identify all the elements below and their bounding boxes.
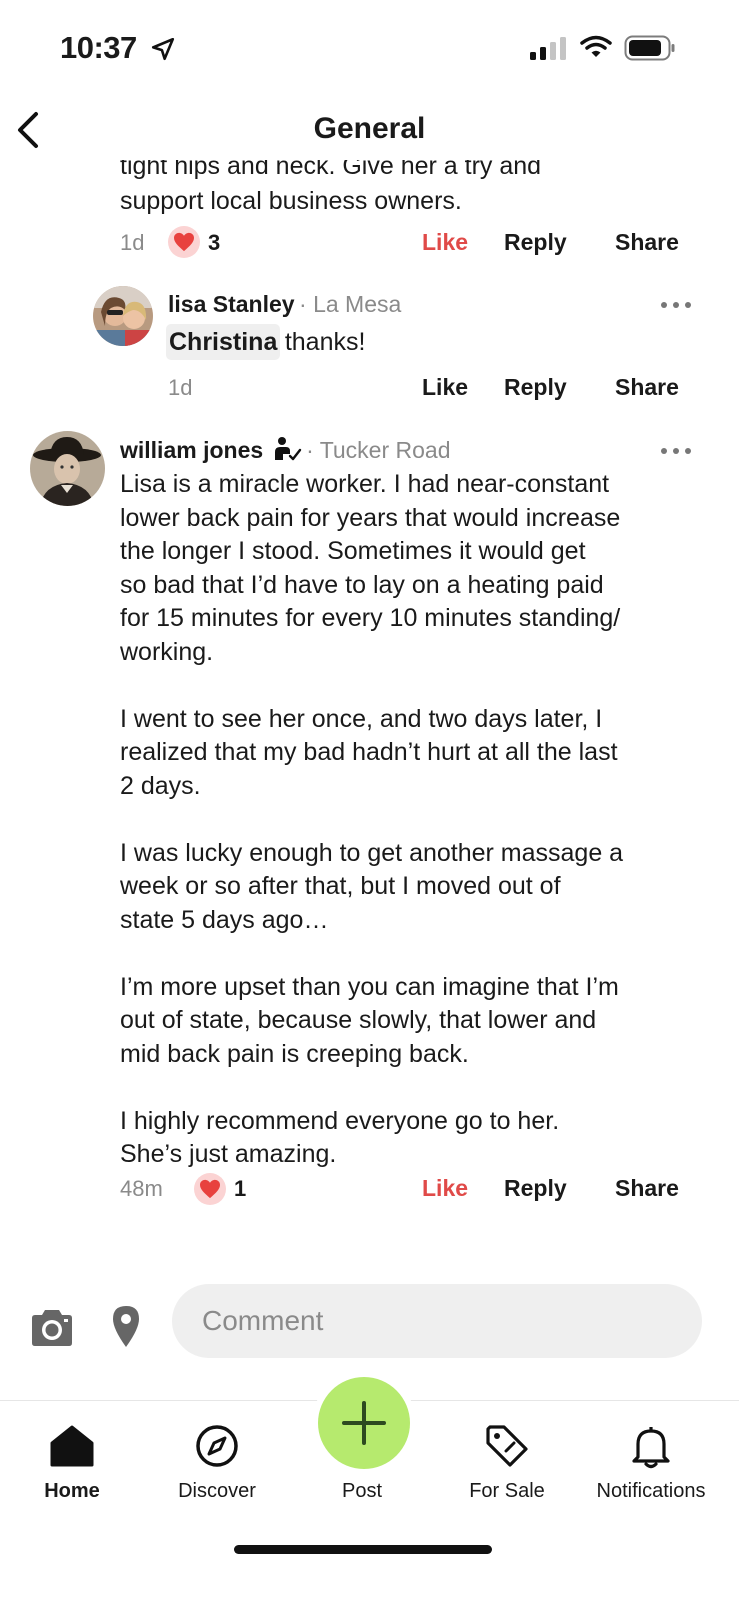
home-indicator bbox=[234, 1545, 492, 1554]
more-options-icon[interactable] bbox=[660, 300, 692, 310]
comment-body: Christina thanks! bbox=[166, 324, 366, 360]
text-line: for 15 minutes for every 10 minutes stan… bbox=[120, 604, 621, 632]
author-location[interactable]: · Tucker Road bbox=[306, 437, 450, 463]
comment-item: tight hips and neck. Give her a try and … bbox=[0, 160, 739, 270]
share-button[interactable]: Share bbox=[615, 374, 679, 401]
tab-label: Home bbox=[44, 1480, 100, 1502]
comment-feed[interactable]: tight hips and neck. Give her a try and … bbox=[0, 160, 739, 1270]
comment-header: william jones · Tucker Road bbox=[120, 436, 451, 464]
more-options-icon[interactable] bbox=[660, 446, 692, 456]
reaction-count: 3 bbox=[208, 230, 221, 255]
avatar[interactable] bbox=[30, 431, 105, 506]
tab-label: Post bbox=[341, 1480, 383, 1502]
tag-icon bbox=[486, 1425, 528, 1467]
location-pin-icon[interactable] bbox=[110, 1304, 142, 1348]
bottom-tab-bar: Home Discover Post For Sale Notification… bbox=[0, 1377, 739, 1600]
paragraph: I went to see her once, and two days lat… bbox=[120, 703, 720, 804]
comment-time: 48m bbox=[120, 1176, 163, 1201]
author-name[interactable]: william jones bbox=[120, 437, 263, 463]
tab-post[interactable]: Post bbox=[292, 1377, 432, 1511]
like-button[interactable]: Like bbox=[422, 374, 468, 401]
share-button[interactable]: Share bbox=[615, 1175, 679, 1202]
bell-icon bbox=[632, 1427, 670, 1469]
share-button[interactable]: Share bbox=[615, 229, 679, 256]
tab-label: Discover bbox=[178, 1480, 256, 1502]
tab-notifications[interactable]: Notifications bbox=[581, 1401, 721, 1511]
tab-for-sale[interactable]: For Sale bbox=[437, 1401, 577, 1511]
text-line: realized that my bad hadn’t hurt at all … bbox=[120, 738, 618, 766]
status-bar: 10:37 bbox=[0, 0, 739, 100]
heart-reaction-icon[interactable] bbox=[168, 226, 200, 258]
author-name[interactable]: lisa Stanley bbox=[168, 291, 295, 317]
location-arrow-icon bbox=[151, 37, 175, 61]
mention-tag[interactable]: Christina bbox=[166, 324, 281, 360]
battery-icon bbox=[624, 35, 675, 61]
heart-reaction-icon[interactable] bbox=[194, 1173, 226, 1205]
text-line: I highly recommend everyone go to her. bbox=[120, 1106, 560, 1135]
camera-icon[interactable] bbox=[28, 1308, 76, 1348]
comment-time: 1d bbox=[120, 230, 145, 255]
tab-label: For Sale bbox=[469, 1480, 545, 1502]
paragraph: I highly recommend everyone go to her. S… bbox=[120, 1105, 720, 1172]
paragraph: Lisa is a miracle worker. I had near-con… bbox=[120, 468, 720, 669]
reaction-count: 1 bbox=[234, 1176, 247, 1201]
text-line: She’s just amazing. bbox=[120, 1140, 337, 1168]
text-line: out of state, because slowly, that lower… bbox=[120, 1006, 597, 1034]
reply-button[interactable]: Reply bbox=[504, 374, 567, 401]
post-button[interactable] bbox=[318, 1377, 410, 1469]
text-line: state 5 days ago… bbox=[120, 905, 329, 934]
reply-button[interactable]: Reply bbox=[504, 1175, 567, 1202]
reply-button[interactable]: Reply bbox=[504, 229, 567, 256]
tab-home[interactable]: Home bbox=[2, 1401, 142, 1511]
home-icon bbox=[50, 1425, 94, 1467]
comment-input[interactable] bbox=[172, 1284, 702, 1358]
tab-discover[interactable]: Discover bbox=[147, 1401, 287, 1511]
text-line: I went to see her once, and two days lat… bbox=[120, 704, 603, 733]
text-line: I’m more upset than you can imagine that… bbox=[120, 972, 619, 1001]
status-time: 10:37 bbox=[60, 30, 137, 65]
cellular-signal-icon bbox=[530, 37, 566, 60]
text-line: Lisa is a miracle worker. I had near-con… bbox=[120, 470, 610, 498]
wifi-icon bbox=[580, 35, 612, 57]
comment-item: william jones · Tucker Road Lisa is a mi… bbox=[0, 428, 739, 1228]
comment-body: Lisa is a miracle worker. I had near-con… bbox=[120, 468, 720, 1172]
text-line: mid back pain is creeping back. bbox=[120, 1039, 469, 1068]
comment-time: 1d bbox=[168, 375, 193, 400]
text-line: I was lucky enough to get another massag… bbox=[120, 838, 624, 867]
comment-item: lisa Stanley · La Mesa Christina thanks!… bbox=[0, 280, 739, 410]
like-button[interactable]: Like bbox=[422, 1175, 468, 1202]
nav-header: General bbox=[0, 100, 739, 160]
tab-label: Notifications bbox=[596, 1480, 706, 1502]
like-button[interactable]: Like bbox=[422, 229, 468, 256]
page-title: General bbox=[313, 112, 426, 145]
text-line: 2 days. bbox=[120, 771, 201, 800]
text-line: working. bbox=[120, 637, 214, 666]
compass-icon bbox=[196, 1425, 238, 1467]
comment-text-line: support local business owners. bbox=[120, 187, 462, 215]
text-line: the longer I stood. Sometimes it would g… bbox=[120, 537, 586, 565]
paragraph: I’m more upset than you can imagine that… bbox=[120, 971, 720, 1072]
comment-header: lisa Stanley · La Mesa bbox=[168, 291, 401, 318]
text-line: week or so after that, but I moved out o… bbox=[120, 872, 561, 900]
comment-text-line: tight hips and neck. Give her a try and bbox=[120, 160, 542, 180]
comment-text: thanks! bbox=[284, 328, 366, 356]
author-location[interactable]: · La Mesa bbox=[299, 291, 401, 317]
plus-icon bbox=[342, 1401, 386, 1445]
text-line: so bad that I’d have to lay on a heating… bbox=[120, 570, 604, 599]
paragraph: I was lucky enough to get another massag… bbox=[120, 837, 720, 938]
text-line: lower back pain for years that would inc… bbox=[120, 503, 621, 532]
verified-neighbor-icon bbox=[274, 437, 301, 461]
avatar[interactable] bbox=[93, 286, 153, 346]
